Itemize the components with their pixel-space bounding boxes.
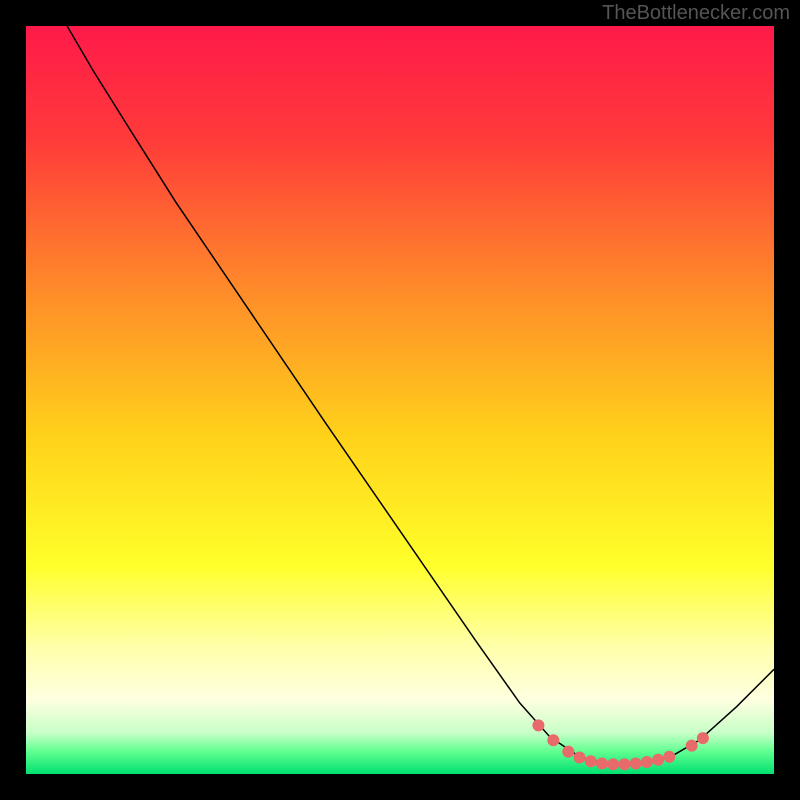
chart-svg <box>26 26 774 774</box>
marker-dot <box>641 756 653 768</box>
marker-dot <box>585 755 597 767</box>
marker-dot <box>532 719 544 731</box>
chart-container: TheBottlenecker.com <box>0 0 800 800</box>
marker-dot <box>652 754 664 766</box>
marker-dot <box>686 740 698 752</box>
watermark-text: TheBottlenecker.com <box>602 2 790 25</box>
marker-dot <box>596 758 608 770</box>
marker-dot <box>618 758 630 770</box>
marker-dot <box>547 734 559 746</box>
marker-dot <box>607 758 619 770</box>
marker-dot <box>697 732 709 744</box>
marker-dot <box>663 751 675 763</box>
marker-dot <box>562 746 574 758</box>
gradient-background <box>26 26 774 774</box>
marker-dot <box>630 758 642 770</box>
marker-dot <box>574 752 586 764</box>
